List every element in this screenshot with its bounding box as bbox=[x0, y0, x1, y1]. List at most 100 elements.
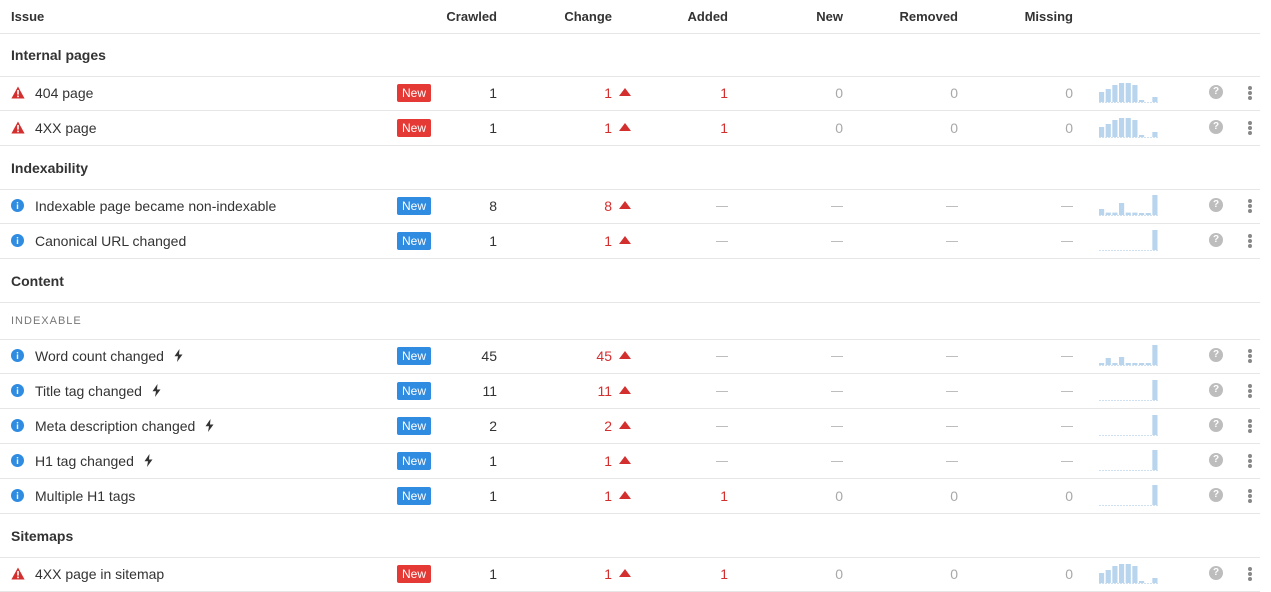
sparkline-bar bbox=[1145, 213, 1151, 215]
section-header: Internal pages bbox=[0, 33, 1260, 77]
new-badge: New bbox=[397, 565, 431, 583]
issue-row[interactable]: Meta description changed New 2 2? bbox=[0, 409, 1260, 444]
kebab-menu-icon[interactable] bbox=[1248, 567, 1252, 581]
sparkline-bar bbox=[1125, 564, 1131, 583]
kebab-menu-icon[interactable] bbox=[1248, 489, 1252, 503]
sparkline-bar bbox=[1152, 97, 1158, 102]
question-mark-icon[interactable]: ? bbox=[1209, 566, 1223, 580]
column-header-missing[interactable]: Missing bbox=[1025, 9, 1073, 24]
added-empty-dash bbox=[716, 461, 728, 462]
info-circle-icon bbox=[11, 199, 24, 212]
question-mark-icon[interactable]: ? bbox=[1209, 120, 1223, 134]
issue-name[interactable]: Title tag changed bbox=[35, 383, 142, 399]
sparkline-bar bbox=[1112, 566, 1118, 583]
sparkline-bar bbox=[1125, 363, 1131, 365]
kebab-menu-icon[interactable] bbox=[1248, 121, 1252, 135]
sparkline-bar bbox=[1132, 363, 1138, 365]
question-mark-icon[interactable]: ? bbox=[1209, 453, 1223, 467]
sparkline-bar bbox=[1152, 485, 1158, 505]
missing-value: 0 bbox=[1065, 488, 1073, 504]
arrow-up-triangle-icon bbox=[619, 351, 631, 359]
removed-value: 0 bbox=[950, 488, 958, 504]
sparkline-bar bbox=[1119, 203, 1125, 215]
sparkline-bar bbox=[1105, 358, 1111, 365]
sparkline-bar bbox=[1139, 135, 1145, 137]
issue-row[interactable]: 4XX page in sitemap New 1 1 1 0 0 0? bbox=[0, 557, 1260, 592]
issue-name[interactable]: Word count changed bbox=[35, 348, 164, 364]
sparkline-bar bbox=[1099, 92, 1105, 102]
change-value: 11 bbox=[597, 383, 612, 399]
kebab-menu-icon[interactable] bbox=[1248, 384, 1252, 398]
question-mark-icon[interactable]: ? bbox=[1209, 85, 1223, 99]
added-empty-dash bbox=[716, 426, 728, 427]
sparkline-bar bbox=[1099, 573, 1105, 583]
kebab-menu-icon[interactable] bbox=[1248, 234, 1252, 248]
issue-row[interactable]: Canonical URL changed New 1 1? bbox=[0, 224, 1260, 259]
crawled-value: 1 bbox=[489, 85, 497, 101]
arrow-up-triangle-icon bbox=[619, 421, 631, 429]
kebab-menu-icon[interactable] bbox=[1248, 419, 1252, 433]
issue-name[interactable]: Multiple H1 tags bbox=[35, 488, 135, 504]
trend-sparkline bbox=[1099, 380, 1159, 401]
arrow-up-triangle-icon bbox=[619, 456, 631, 464]
column-header-issue[interactable]: Issue bbox=[11, 9, 44, 24]
crawled-value: 45 bbox=[481, 348, 497, 364]
issue-name[interactable]: Canonical URL changed bbox=[35, 233, 186, 249]
missing-empty-dash bbox=[1061, 206, 1073, 207]
trend-sparkline bbox=[1099, 564, 1159, 584]
warning-triangle-icon bbox=[11, 567, 25, 580]
issue-row[interactable]: 404 page New 1 1 1 0 0 0? bbox=[0, 76, 1260, 111]
crawled-value: 8 bbox=[489, 198, 497, 214]
question-mark-icon[interactable]: ? bbox=[1209, 348, 1223, 362]
sparkline-bar bbox=[1119, 564, 1125, 583]
new-empty-dash bbox=[831, 461, 843, 462]
change-value: 1 bbox=[604, 566, 612, 582]
column-header-added[interactable]: Added bbox=[688, 9, 728, 24]
missing-empty-dash bbox=[1061, 426, 1073, 427]
new-badge: New bbox=[397, 232, 431, 250]
issue-name[interactable]: Indexable page became non-indexable bbox=[35, 198, 276, 214]
change-value: 1 bbox=[604, 453, 612, 469]
question-mark-icon[interactable]: ? bbox=[1209, 198, 1223, 212]
issue-row[interactable]: Word count changed New 45 45? bbox=[0, 339, 1260, 374]
question-mark-icon[interactable]: ? bbox=[1209, 383, 1223, 397]
issue-row[interactable]: Indexable page became non-indexable New 8 8… bbox=[0, 189, 1260, 224]
issue-row[interactable]: H1 tag changed New 1 1? bbox=[0, 444, 1260, 479]
column-header-change[interactable]: Change bbox=[564, 9, 612, 24]
question-mark-icon[interactable]: ? bbox=[1209, 233, 1223, 247]
removed-empty-dash bbox=[946, 206, 958, 207]
sparkline-bar bbox=[1145, 363, 1151, 365]
issue-row[interactable]: Title tag changed New 11 11? bbox=[0, 374, 1260, 409]
question-mark-icon[interactable]: ? bbox=[1209, 488, 1223, 502]
kebab-menu-icon[interactable] bbox=[1248, 86, 1252, 100]
sparkline-bar bbox=[1105, 212, 1111, 215]
column-header-new[interactable]: New bbox=[816, 9, 843, 24]
issue-name[interactable]: 404 page bbox=[35, 85, 93, 101]
sparkline-bar bbox=[1132, 85, 1138, 102]
sparkline-bar bbox=[1119, 118, 1125, 137]
issue-name[interactable]: 4XX page bbox=[35, 120, 97, 136]
kebab-menu-icon[interactable] bbox=[1248, 199, 1252, 213]
issue-row[interactable]: 4XX page New 1 1 1 0 0 0? bbox=[0, 111, 1260, 146]
sparkline-bar bbox=[1105, 570, 1111, 583]
missing-empty-dash bbox=[1061, 356, 1073, 357]
missing-empty-dash bbox=[1061, 241, 1073, 242]
kebab-menu-icon[interactable] bbox=[1248, 349, 1252, 363]
new-badge: New bbox=[397, 119, 431, 137]
issue-name[interactable]: 4XX page in sitemap bbox=[35, 566, 164, 582]
issue-name[interactable]: H1 tag changed bbox=[35, 453, 134, 469]
column-header-removed[interactable]: Removed bbox=[899, 9, 958, 24]
sparkline-bar bbox=[1152, 195, 1158, 215]
issue-row[interactable]: Multiple H1 tags New 1 1 1 0 0 0? bbox=[0, 479, 1260, 514]
change-value: 2 bbox=[604, 418, 612, 434]
change-value: 1 bbox=[604, 85, 612, 101]
added-empty-dash bbox=[716, 391, 728, 392]
issue-name[interactable]: Meta description changed bbox=[35, 418, 195, 434]
kebab-menu-icon[interactable] bbox=[1248, 454, 1252, 468]
question-mark-icon[interactable]: ? bbox=[1209, 418, 1223, 432]
new-badge: New bbox=[397, 452, 431, 470]
column-header-crawled[interactable]: Crawled bbox=[446, 9, 497, 24]
lightning-bolt-icon bbox=[144, 454, 153, 467]
sparkline-bar bbox=[1139, 581, 1145, 583]
sparkline-bar bbox=[1139, 100, 1145, 102]
